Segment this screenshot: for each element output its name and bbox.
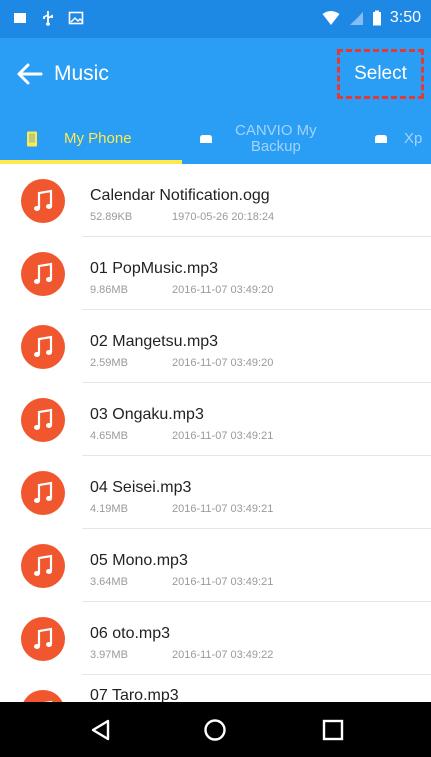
music-note-icon xyxy=(21,252,65,296)
list-item[interactable]: 01 PopMusic.mp3 9.86MB 2016-11-07 03:49:… xyxy=(0,237,431,310)
file-date: 2016-11-07 03:49:22 xyxy=(172,649,274,661)
file-date: 2016-11-07 03:49:21 xyxy=(172,503,274,515)
list-item[interactable]: 06 oto.mp3 3.97MB 2016-11-07 03:49:22 xyxy=(0,602,431,675)
drive-icon xyxy=(375,134,387,143)
file-size: 3.97MB xyxy=(90,649,128,661)
app-bar: Music Select xyxy=(0,38,431,113)
status-bar-right: 3:50 xyxy=(322,9,421,27)
recents-square-icon[interactable] xyxy=(319,716,347,744)
file-name: 01 PopMusic.mp3 xyxy=(90,260,219,277)
file-date: 2016-11-07 03:49:21 xyxy=(172,430,274,442)
file-size: 2.59MB xyxy=(90,357,128,369)
music-note-icon xyxy=(21,471,65,515)
list-item[interactable]: 04 Seisei.mp3 4.19MB 2016-11-07 03:49:21 xyxy=(0,456,431,529)
file-name: 05 Mono.mp3 xyxy=(90,552,188,569)
back-triangle-icon[interactable] xyxy=(87,716,115,744)
file-name: 03 Ongaku.mp3 xyxy=(90,406,204,423)
signal-icon xyxy=(349,12,363,25)
file-size: 4.65MB xyxy=(90,430,128,442)
file-list[interactable]: Calendar Notification.ogg 52.89KB 1970-0… xyxy=(0,164,431,702)
list-item[interactable]: 05 Mono.mp3 3.64MB 2016-11-07 03:49:21 xyxy=(0,529,431,602)
tab-xp-label: Xp xyxy=(404,129,423,147)
home-circle-icon[interactable] xyxy=(201,716,229,744)
tab-my-phone[interactable]: My Phone xyxy=(26,113,132,164)
notification-square-icon xyxy=(14,13,26,23)
file-date: 1970-05-26 20:18:24 xyxy=(172,211,275,223)
drive-icon xyxy=(200,134,212,143)
list-item[interactable]: Calendar Notification.ogg 52.89KB 1970-0… xyxy=(0,164,431,237)
navigation-bar xyxy=(0,702,431,757)
file-name: 07 Taro.mp3 xyxy=(90,687,179,702)
storage-tabs: My Phone CANVIO My Backup Xp xyxy=(0,113,431,164)
music-note-icon xyxy=(21,325,65,369)
usb-icon xyxy=(43,11,53,26)
tab-canvio-backup-label: CANVIO My Backup xyxy=(235,121,317,155)
music-note-icon xyxy=(21,544,65,588)
status-bar-left xyxy=(12,10,84,26)
list-item[interactable]: 03 Ongaku.mp3 4.65MB 2016-11-07 03:49:21 xyxy=(0,383,431,456)
select-button[interactable]: Select xyxy=(337,49,424,99)
file-name: 06 oto.mp3 xyxy=(90,625,171,642)
tab-canvio-backup[interactable]: CANVIO My Backup xyxy=(199,113,317,164)
tab-xp[interactable]: Xp xyxy=(374,113,422,164)
file-date: 2016-11-07 03:49:20 xyxy=(172,284,274,296)
music-note-icon xyxy=(21,617,65,661)
music-note-icon xyxy=(21,398,65,442)
file-name: 04 Seisei.mp3 xyxy=(90,479,192,496)
music-note-icon xyxy=(21,179,65,223)
status-time: 3:50 xyxy=(389,9,421,26)
wifi-icon xyxy=(322,11,340,25)
file-name: Calendar Notification.ogg xyxy=(90,187,270,204)
image-icon xyxy=(68,11,84,25)
list-item[interactable]: 07 Taro.mp3 xyxy=(0,675,431,702)
file-date: 2016-11-07 03:49:21 xyxy=(172,576,274,588)
tab-my-phone-label: My Phone xyxy=(64,130,132,147)
status-bar: 3:50 xyxy=(0,0,431,38)
page-title: Music xyxy=(54,62,109,85)
phone-icon xyxy=(27,131,37,146)
music-note-icon xyxy=(21,690,65,702)
file-size: 52.89KB xyxy=(90,211,133,223)
arrow-left-icon[interactable] xyxy=(14,58,46,90)
file-name: 02 Mangetsu.mp3 xyxy=(90,333,219,350)
list-item[interactable]: 02 Mangetsu.mp3 2.59MB 2016-11-07 03:49:… xyxy=(0,310,431,383)
file-size: 4.19MB xyxy=(90,503,128,515)
file-size: 3.64MB xyxy=(90,576,128,588)
file-size: 9.86MB xyxy=(90,284,128,296)
battery-icon xyxy=(372,10,381,26)
file-date: 2016-11-07 03:49:20 xyxy=(172,357,274,369)
